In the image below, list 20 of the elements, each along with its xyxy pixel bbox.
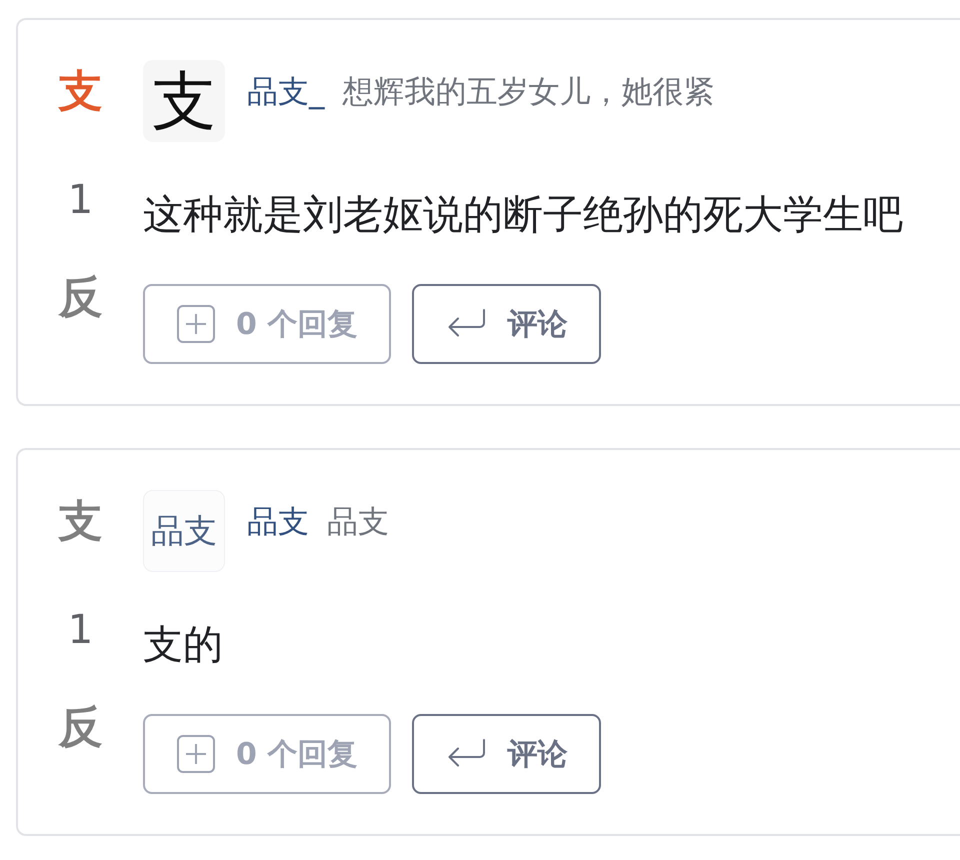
- vote-count: 1: [68, 606, 94, 655]
- author-bio: 品支: [327, 503, 389, 542]
- author-name[interactable]: 品支_: [247, 72, 324, 112]
- comment-text: 支的: [143, 621, 223, 670]
- vote-count: 1: [68, 176, 94, 225]
- user-avatar[interactable]: 支: [143, 60, 225, 142]
- return-arrow-icon: [446, 739, 486, 769]
- author-bio: 想辉我的五岁女儿，她很紧: [342, 73, 714, 112]
- user-avatar[interactable]: 品支: [143, 490, 225, 572]
- plus-square-icon: [177, 305, 215, 343]
- oppose-vote-button[interactable]: 反: [58, 272, 102, 324]
- comment-button[interactable]: 评论: [412, 284, 602, 364]
- comment-text: 这种就是刘老妪说的断子绝孙的死大学生吧: [143, 191, 903, 240]
- support-vote-button[interactable]: 支: [58, 496, 102, 548]
- comment-button[interactable]: 评论: [412, 714, 602, 794]
- oppose-vote-button[interactable]: 反: [58, 702, 102, 754]
- return-arrow-icon: [446, 309, 486, 339]
- author-name[interactable]: 品支: [247, 502, 309, 542]
- plus-square-icon: [177, 735, 215, 773]
- support-vote-button[interactable]: 支: [58, 66, 102, 118]
